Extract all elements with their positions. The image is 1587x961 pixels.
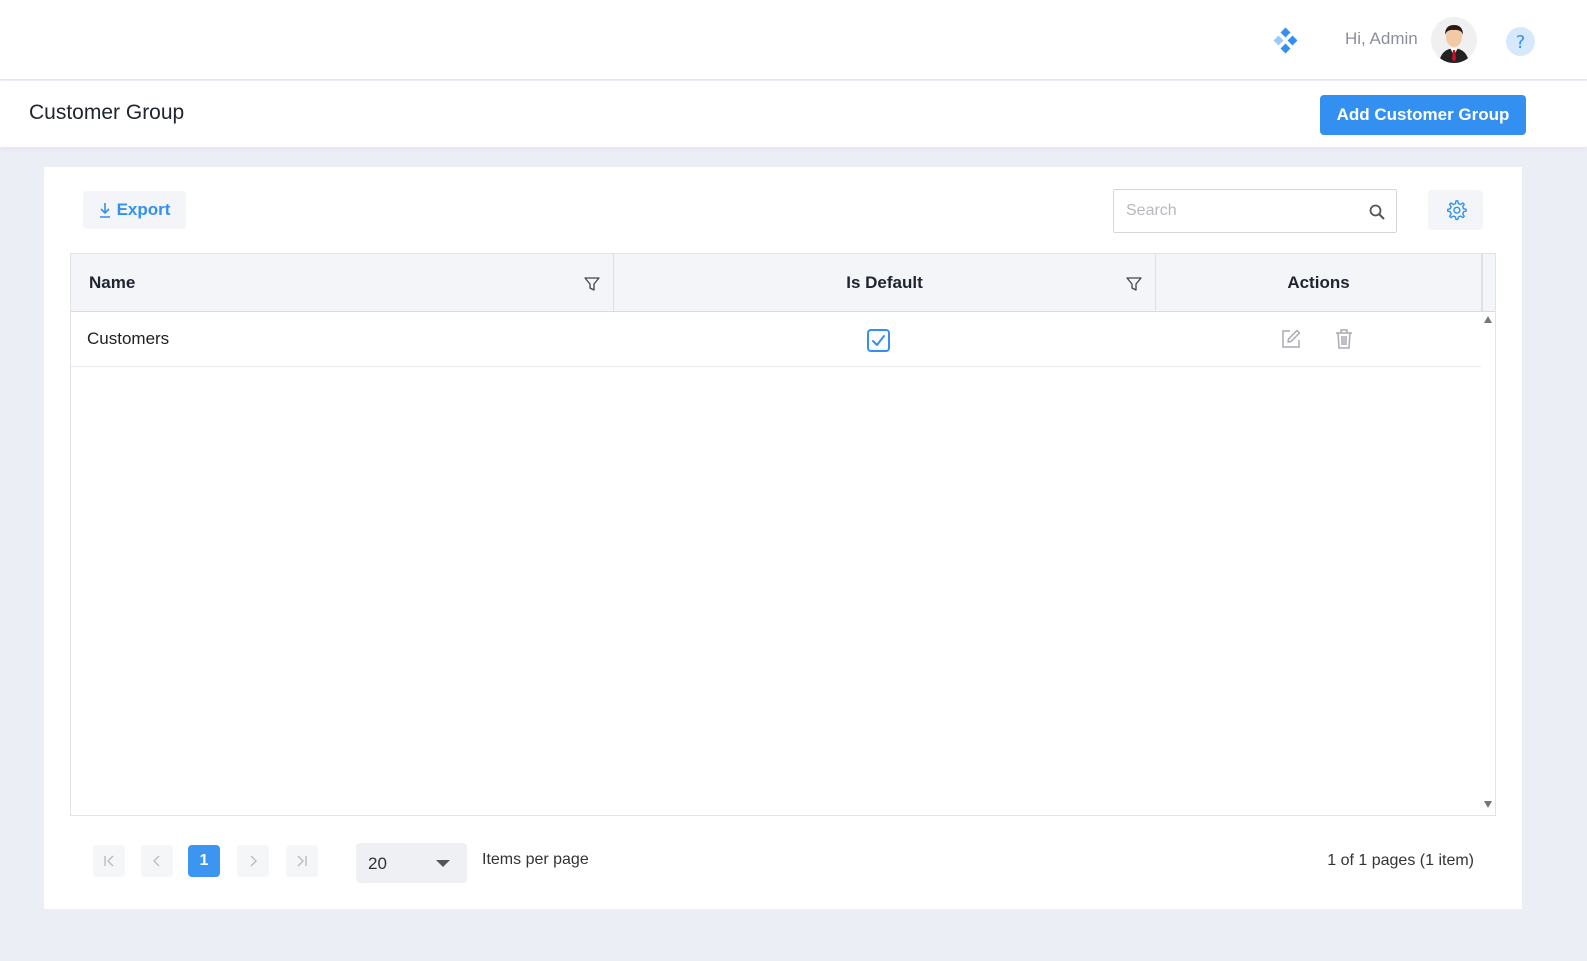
edit-icon[interactable] [1280, 328, 1302, 350]
column-header-name[interactable]: Name [71, 254, 614, 311]
column-header-is-default[interactable]: Is Default [614, 254, 1156, 311]
help-icon[interactable]: ? [1506, 27, 1535, 56]
gear-icon [1446, 200, 1467, 221]
page-title: Customer Group [29, 101, 185, 124]
avatar[interactable] [1431, 17, 1477, 63]
svg-text:?: ? [1516, 32, 1526, 53]
filter-icon[interactable] [1126, 276, 1142, 292]
header-scroll-spacer [1482, 254, 1495, 311]
page-title-bar: Customer Group Add Customer Group [0, 81, 1587, 147]
column-header-label: Name [89, 272, 136, 292]
items-per-page-label: Items per page [482, 851, 589, 868]
pager-page-1[interactable]: 1 [188, 845, 220, 877]
search-icon[interactable] [1368, 203, 1386, 221]
pager-prev-button[interactable] [141, 845, 173, 877]
pager-first-button[interactable] [93, 845, 125, 877]
scroll-up-arrow-icon[interactable] [1484, 316, 1492, 323]
grid-header: Name Is Default Actions [71, 254, 1495, 312]
pager-info: 1 of 1 pages (1 item) [1327, 852, 1474, 869]
search-box[interactable] [1113, 189, 1397, 233]
grid-settings-button[interactable] [1428, 190, 1483, 230]
content-card: Export Name Is Default [44, 167, 1522, 909]
customer-group-grid: Name Is Default Actions Customers [70, 253, 1496, 816]
cell-name: Customers [87, 329, 170, 348]
is-default-checkbox[interactable] [867, 329, 890, 352]
column-header-label: Is Default [846, 272, 923, 292]
user-greeting: Hi, Admin [1345, 29, 1418, 48]
column-header-label: Actions [1287, 272, 1350, 292]
pager-next-button[interactable] [237, 845, 269, 877]
page-size-dropdown[interactable]: 20 [356, 843, 467, 883]
last-page-icon [297, 855, 307, 867]
download-icon [99, 203, 110, 218]
apps-icon[interactable] [1272, 27, 1300, 55]
scroll-down-arrow-icon[interactable] [1484, 801, 1492, 808]
grid-scrollbar[interactable] [1482, 312, 1495, 815]
chevron-down-icon [436, 860, 450, 867]
first-page-icon [104, 855, 114, 867]
add-customer-group-button[interactable]: Add Customer Group [1320, 95, 1526, 135]
column-header-actions: Actions [1156, 254, 1482, 311]
export-label: Export [116, 200, 171, 219]
next-page-icon [250, 855, 257, 867]
trash-icon[interactable] [1334, 328, 1354, 350]
prev-page-icon [153, 855, 160, 867]
top-bar: Hi, Admin ? [0, 0, 1587, 80]
table-row[interactable]: Customers [71, 312, 1481, 367]
search-input[interactable] [1126, 200, 1356, 222]
pager-last-button[interactable] [286, 845, 318, 877]
filter-icon[interactable] [584, 276, 600, 292]
page-size-value: 20 [368, 854, 387, 873]
export-button[interactable]: Export [83, 191, 186, 229]
check-icon [872, 335, 885, 346]
